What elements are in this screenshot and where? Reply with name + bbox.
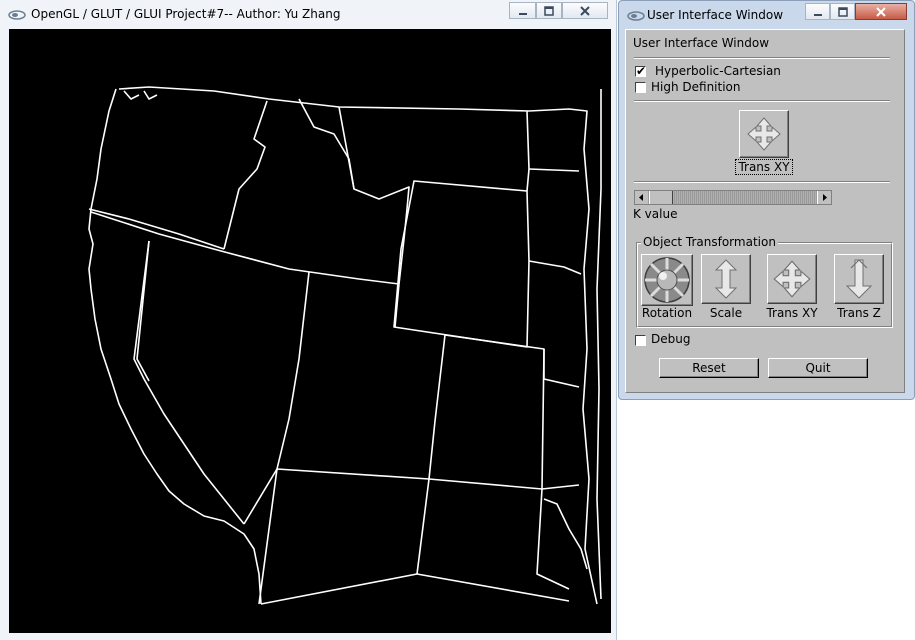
arrow-right-icon xyxy=(823,194,827,201)
separator xyxy=(634,57,890,59)
map-border-mexico xyxy=(260,573,570,605)
slider-track[interactable] xyxy=(648,191,818,204)
ui-maximize-button[interactable] xyxy=(830,3,855,20)
trans-xy-top-control[interactable] xyxy=(739,110,789,158)
slider-right-arrow[interactable] xyxy=(817,191,831,204)
opengl-app-icon xyxy=(627,11,645,21)
move-arrows-icon xyxy=(773,260,811,298)
maximize-icon xyxy=(837,6,848,17)
panel-title: User Interface Window xyxy=(633,36,770,50)
map-east-edge-2 xyxy=(596,89,602,600)
scale-control[interactable] xyxy=(701,254,751,304)
slider-left-arrow[interactable] xyxy=(635,191,649,204)
separator xyxy=(634,100,890,102)
map-wa-or-border xyxy=(88,208,225,250)
down-arrow-icon xyxy=(845,259,873,299)
map-mt-south xyxy=(338,106,355,190)
debug-checkbox[interactable] xyxy=(635,335,646,346)
map-id-east xyxy=(298,98,410,285)
ui-window-title: User Interface Window xyxy=(647,8,784,22)
opengl-canvas[interactable] xyxy=(9,29,611,633)
glui-panel: User Interface Window ✔ Hyperbolic-Carte… xyxy=(625,29,905,393)
close-button[interactable] xyxy=(562,2,608,19)
map-ca-nv-north xyxy=(133,240,245,525)
map-sd-ne xyxy=(528,260,582,275)
k-value-slider[interactable] xyxy=(634,190,832,205)
minimize-icon xyxy=(518,12,527,15)
rotation-control[interactable] xyxy=(641,254,693,306)
close-icon xyxy=(876,6,886,17)
ui-titlebar[interactable]: User Interface Window xyxy=(619,1,914,27)
minimize-button[interactable] xyxy=(509,2,536,19)
trans-z-label: Trans Z xyxy=(837,306,881,320)
k-value-label: K value xyxy=(633,207,678,221)
opengl-window: OpenGL / GLUT / GLUI Project#7-- Author:… xyxy=(0,0,617,640)
western-us-map xyxy=(88,86,602,605)
trans-z-control[interactable] xyxy=(834,254,884,304)
map-wa-id-border xyxy=(223,100,268,250)
map-az-nm xyxy=(416,478,430,575)
ui-minimize-button[interactable] xyxy=(805,3,830,20)
maximize-icon xyxy=(544,5,554,16)
map-ks-ok xyxy=(541,484,580,490)
slider-thumb[interactable] xyxy=(649,191,673,204)
map-wy-box xyxy=(393,180,530,348)
map-co-box xyxy=(428,334,545,490)
map-coastline xyxy=(88,88,262,605)
high-definition-label: High Definition xyxy=(651,80,741,94)
arrow-left-icon xyxy=(639,194,643,201)
opengl-app-icon xyxy=(8,10,26,20)
map-ca-nv-north-2 xyxy=(136,240,150,382)
map-nd-line xyxy=(528,168,580,172)
minimize-icon xyxy=(813,13,822,16)
move-arrows-icon xyxy=(747,117,781,151)
trans-xy-label: Trans XY xyxy=(766,306,818,320)
map-nm-tx xyxy=(536,488,570,590)
trans-xy-control[interactable] xyxy=(767,254,817,304)
object-transformation-title: Object Transformation xyxy=(641,235,778,249)
checkmark-icon: ✔ xyxy=(636,64,647,78)
map-nv-az xyxy=(243,468,430,525)
quit-button[interactable]: Quit xyxy=(768,358,868,378)
hyperbolic-label: Hyperbolic-Cartesian xyxy=(655,64,781,78)
map-ne-ks xyxy=(543,349,580,388)
opengl-window-title: OpenGL / GLUT / GLUI Project#7-- Author:… xyxy=(31,7,341,21)
map-az-north xyxy=(258,468,278,605)
ui-close-button[interactable] xyxy=(855,3,907,20)
separator xyxy=(634,181,890,183)
user-interface-window: User Interface Window User Interface Win… xyxy=(618,0,915,400)
debug-label: Debug xyxy=(651,332,691,346)
map-islands xyxy=(123,90,158,100)
reset-button[interactable]: Reset xyxy=(659,358,759,378)
map-ut-co xyxy=(428,334,446,480)
opengl-titlebar[interactable]: OpenGL / GLUT / GLUI Project#7-- Author:… xyxy=(0,0,616,29)
map-east-edge xyxy=(118,86,598,605)
map-ok-tx xyxy=(543,498,588,570)
hyperbolic-checkbox[interactable]: ✔ xyxy=(635,64,647,78)
rotation-label: Rotation xyxy=(641,306,693,320)
map-wa-or-border-2 xyxy=(90,211,400,285)
rotation-ball-icon xyxy=(644,257,690,303)
trans-xy-top-label: Trans XY xyxy=(735,159,793,175)
high-definition-checkbox[interactable] xyxy=(635,82,646,93)
vertical-arrows-icon xyxy=(714,259,738,299)
map-nd-sd xyxy=(526,110,530,192)
map-nv-ut-border xyxy=(276,271,310,470)
scale-label: Scale xyxy=(709,306,743,320)
maximize-button[interactable] xyxy=(536,2,562,19)
close-icon xyxy=(580,5,590,16)
